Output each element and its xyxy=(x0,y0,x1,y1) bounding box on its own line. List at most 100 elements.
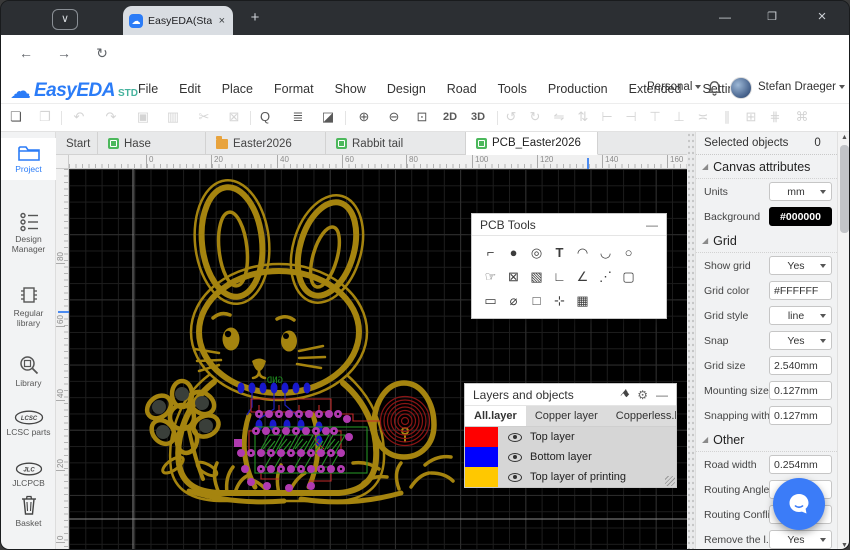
sidebar-item-design-manager[interactable]: Design Manager xyxy=(1,212,56,254)
snapping-width-input[interactable]: 0.127mm xyxy=(769,406,832,425)
section-other[interactable]: ◢Other xyxy=(696,428,837,452)
combine-button[interactable]: ⌘ xyxy=(791,109,813,125)
layers-tab-copper[interactable]: Copper layer xyxy=(526,406,607,426)
window-maximize-button[interactable]: ❐ xyxy=(753,1,791,33)
menu-file[interactable]: File xyxy=(138,82,158,96)
tool-solder-mask[interactable]: ▢ xyxy=(618,266,640,288)
user-menu[interactable]: Stefan Draeger xyxy=(758,81,845,93)
tab-search-button[interactable]: ∨ xyxy=(52,9,78,30)
forward-button[interactable]: → xyxy=(53,45,75,61)
tool-arc[interactable]: ◠ xyxy=(572,242,594,264)
layer-row-bottom[interactable]: Bottom layer xyxy=(465,447,676,467)
tool-arc-center[interactable]: ◡ xyxy=(595,242,617,264)
align-center-button[interactable]: ⋕ xyxy=(764,109,786,125)
back-button[interactable]: ← xyxy=(15,45,37,61)
support-chat-button[interactable] xyxy=(773,478,825,530)
tool-via[interactable]: ◎ xyxy=(526,242,548,264)
tool-image[interactable]: ▧ xyxy=(526,266,548,288)
road-width-input[interactable]: 0.254mm xyxy=(769,455,832,474)
layers-tab-all[interactable]: All.layer xyxy=(465,406,526,426)
eye-visibility-icon[interactable] xyxy=(508,473,522,482)
inspector-scrollbar[interactable]: ▲ ▼ xyxy=(837,132,850,550)
layer-color-swatch[interactable] xyxy=(465,447,498,467)
flip-horizontal-button[interactable]: ⇋ xyxy=(548,109,570,125)
grid-color-input[interactable]: #FFFFFF xyxy=(769,281,832,300)
browser-tab[interactable]: ☁ EasyEDA(Standard) - A simple a × xyxy=(123,6,233,35)
snap-select[interactable]: Yes xyxy=(769,331,832,350)
doc-tab-pcb-easter2026[interactable]: PCB_Easter2026 xyxy=(466,132,598,155)
menu-road[interactable]: Road xyxy=(447,82,477,96)
menu-tools[interactable]: Tools xyxy=(498,82,527,96)
show-grid-select[interactable]: Yes xyxy=(769,256,832,275)
panel-resize-handle[interactable] xyxy=(665,476,675,486)
account-type-dropdown[interactable]: Personal xyxy=(647,81,701,93)
eye-visibility-icon[interactable] xyxy=(508,453,522,462)
tool-track[interactable]: ⌐ xyxy=(480,242,502,264)
menu-place[interactable]: Place xyxy=(222,82,253,96)
panel-splitter[interactable] xyxy=(687,132,696,550)
doc-tab-start[interactable]: Start xyxy=(56,132,98,155)
remove-loop-select[interactable]: Yes xyxy=(769,530,832,549)
notifications-bell-icon[interactable] xyxy=(707,80,722,96)
doc-tab-hase[interactable]: Hase xyxy=(98,132,206,155)
align-bottom-button[interactable]: ⊥ xyxy=(668,109,690,125)
pcb-tools-titlebar[interactable]: PCB Tools — xyxy=(472,214,666,236)
eye-visibility-icon[interactable] xyxy=(508,433,522,442)
background-color-swatch[interactable]: #000000 xyxy=(769,207,832,226)
scrollbar-thumb[interactable] xyxy=(840,145,849,233)
section-grid[interactable]: ◢Grid xyxy=(696,229,837,253)
new-tab-button[interactable]: + xyxy=(244,9,266,26)
tab-close-icon[interactable]: × xyxy=(217,15,227,27)
grid-size-input[interactable]: 2.540mm xyxy=(769,356,832,375)
view-2d-button[interactable]: 2D xyxy=(439,109,461,126)
layer-row-top[interactable]: Top layer xyxy=(465,427,676,447)
align-right-button[interactable]: ⊣ xyxy=(620,109,642,125)
search-button[interactable]: Q xyxy=(254,109,276,124)
align-grid-button[interactable]: ⊞ xyxy=(740,109,762,125)
paste-button[interactable]: ▥ xyxy=(162,109,184,125)
layers-panel-titlebar[interactable]: Layers and objects ⚑ ⚙ — xyxy=(465,384,676,406)
cut-button[interactable]: ✂ xyxy=(193,109,215,125)
undo-button[interactable]: ↶ xyxy=(68,109,90,125)
sidebar-item-library[interactable]: Library xyxy=(1,354,56,388)
layer-color-swatch[interactable] xyxy=(465,467,498,487)
align-top-button[interactable]: ⊤ xyxy=(644,109,666,125)
save-button[interactable]: ❐ xyxy=(34,109,56,125)
menu-show[interactable]: Show xyxy=(335,82,366,96)
window-minimize-button[interactable]: — xyxy=(706,1,744,33)
align-left-button[interactable]: ⊢ xyxy=(596,109,618,125)
scroll-up-arrow[interactable]: ▲ xyxy=(838,134,850,141)
doc-tab-easter2026[interactable]: Easter2026 xyxy=(206,132,326,155)
tool-dimension[interactable]: ∟ xyxy=(549,266,571,288)
user-avatar[interactable] xyxy=(730,77,752,99)
tool-circle[interactable]: ○ xyxy=(618,242,640,264)
tool-panelize[interactable]: ▦ xyxy=(572,290,594,312)
gear-icon[interactable]: ⚙ xyxy=(637,388,648,402)
delete-button[interactable]: ⊠ xyxy=(223,109,245,125)
tool-text[interactable]: T xyxy=(549,242,571,264)
layer-row-top-silk[interactable]: Top layer of printing xyxy=(465,467,676,487)
layers-tab-copperless[interactable]: Copperless.lay xyxy=(607,406,676,426)
units-select[interactable]: mm xyxy=(769,182,832,201)
zoom-in-button[interactable]: ⊕ xyxy=(353,109,375,125)
sidebar-item-lcsc-parts[interactable]: LCSC LCSC parts xyxy=(1,410,56,437)
distribute-horizontal-button[interactable]: ≍ xyxy=(692,109,714,125)
find-similar-button[interactable]: ≣ xyxy=(287,109,309,125)
tool-connect-region[interactable]: ⊠ xyxy=(503,266,525,288)
minimize-icon[interactable]: — xyxy=(656,388,668,402)
mounting-size-input[interactable]: 0.127mm xyxy=(769,381,832,400)
sidebar-item-regular-library[interactable]: Regular library xyxy=(1,284,56,328)
tool-drag[interactable]: ☞ xyxy=(480,266,502,288)
pin-icon[interactable]: ⚑ xyxy=(617,386,633,402)
doc-tab-rabbit-tail[interactable]: Rabbit tail xyxy=(326,132,466,155)
sidebar-item-project[interactable]: Project xyxy=(1,138,56,180)
redo-button[interactable]: ↷ xyxy=(100,109,122,125)
sidebar-item-jlcpcb[interactable]: JLC JLCPCB xyxy=(1,462,56,488)
menu-design[interactable]: Design xyxy=(387,82,426,96)
tool-copper-area[interactable]: ▭ xyxy=(480,290,502,312)
minimize-icon[interactable]: — xyxy=(646,218,658,232)
rotate-right-button[interactable]: ↻ xyxy=(524,109,546,125)
section-canvas-attributes[interactable]: ◢Canvas attributes xyxy=(696,155,837,179)
eraser-button[interactable]: ◪ xyxy=(317,109,339,125)
layer-color-swatch[interactable] xyxy=(465,427,498,447)
